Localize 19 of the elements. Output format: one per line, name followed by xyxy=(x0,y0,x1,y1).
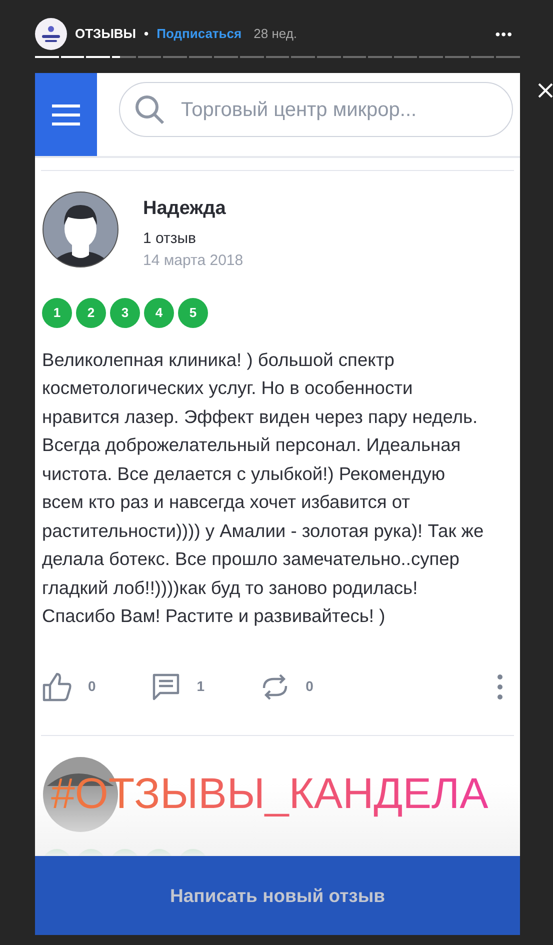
reaction-button[interactable]: 0 xyxy=(42,672,96,702)
reaction-button[interactable]: 0 xyxy=(260,672,314,702)
write-review-button[interactable]: Написать новый отзыв xyxy=(35,856,520,935)
search-field[interactable]: Торговый центр микрор... xyxy=(119,82,513,137)
rating-badge: 5 xyxy=(178,298,208,328)
rating-badge: 2 xyxy=(76,298,106,328)
account-name[interactable]: ОТЗЫВЫ xyxy=(75,24,136,44)
rating-badge: 4 xyxy=(144,298,174,328)
follow-link[interactable]: Подписаться xyxy=(156,24,242,44)
rating-badge: 1 xyxy=(42,298,72,328)
separator-dot: • xyxy=(144,25,149,44)
reaction-button[interactable]: 1 xyxy=(150,672,205,702)
more-button[interactable]: ••• xyxy=(495,24,513,44)
rating-badge: 3 xyxy=(110,298,140,328)
review-text: Великолепная клиника! ) большой спектр косметологических услуг. Но в особенности нравится лазер. Эффект виден через пару недель. Всегда доброжелательный персонал. Идеальная чистота. Все делается с улыбкой!) Рекомендую всем кто раз и навсегда хочет избавится от растительности)))) у Амалии - золотая рука)! Так же делала ботекс. Все прошло замечательно..супер гладкий лоб!!))))как буд то заново родилась! Спасибо Вам! Растите и развивайтесь! ) xyxy=(42,348,485,628)
author-name[interactable]: Надежда xyxy=(143,195,244,224)
post-age: 28 нед. xyxy=(254,25,298,44)
review-date: 14 марта 2018 xyxy=(143,251,244,271)
review-count: 1 отзыв xyxy=(143,228,198,248)
